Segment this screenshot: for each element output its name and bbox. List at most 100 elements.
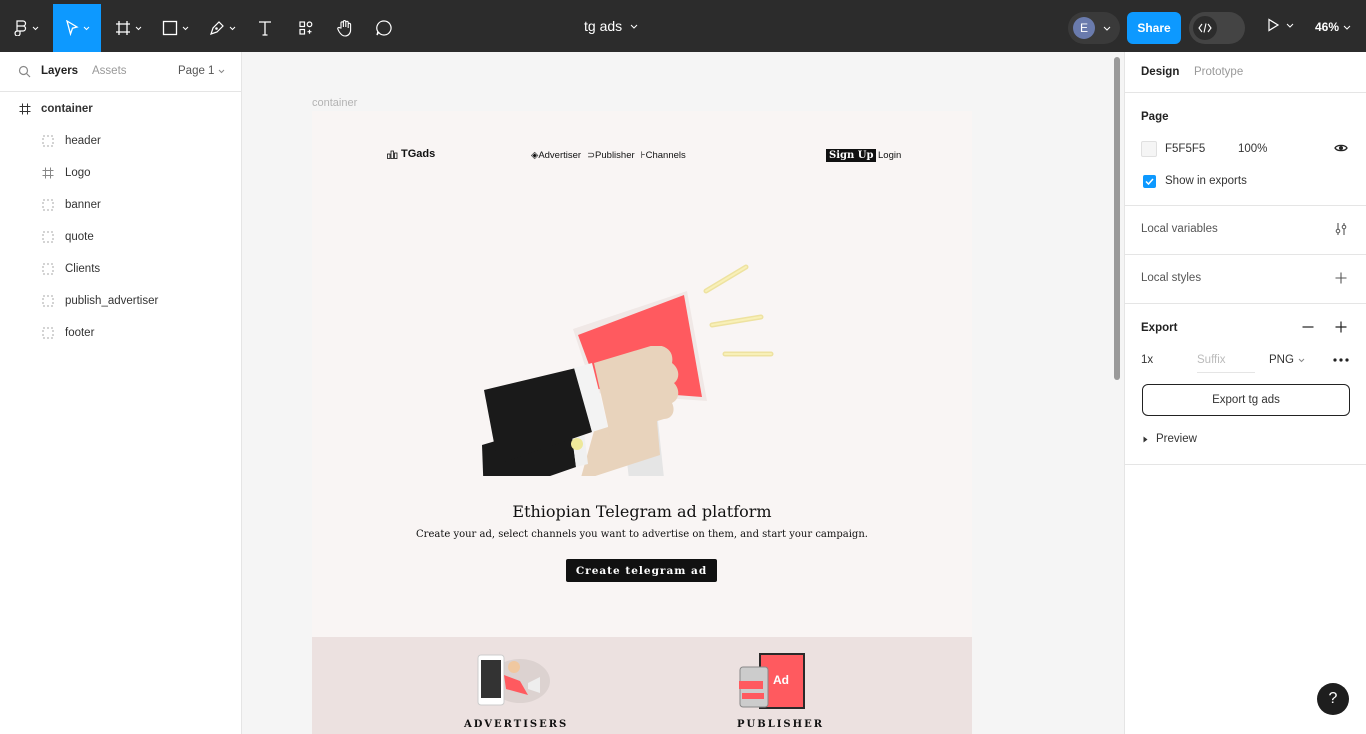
tab-assets[interactable]: Assets [92, 65, 127, 77]
site-logo[interactable]: TGads [387, 148, 435, 160]
publisher-title: PUBLISHER [737, 719, 825, 730]
show-in-exports-checkbox[interactable] [1143, 175, 1156, 188]
local-variables-label: Local variables [1141, 223, 1218, 235]
site-logo-text: TGads [401, 148, 436, 160]
layer-row-clients[interactable]: Clients [0, 253, 240, 285]
local-styles-label: Local styles [1141, 272, 1202, 284]
properties-panel: Design Prototype Page F5F5F5 100% Show i… [1124, 52, 1366, 734]
nav-publisher-label: Publisher [595, 150, 635, 161]
toolbar: tg ads E Share 46% [0, 0, 1366, 52]
nav-publisher[interactable]: ⊃Publisher [587, 150, 635, 161]
eye-icon[interactable] [1334, 143, 1348, 153]
play-icon [1268, 18, 1280, 32]
right-panel-tabs: Design Prototype [1125, 52, 1366, 93]
chevron-down-icon [1103, 26, 1111, 31]
layer-row-publish-advertiser[interactable]: publish_advertiser [0, 285, 240, 317]
local-styles-section[interactable]: Local styles [1125, 255, 1366, 304]
dev-mode-toggle[interactable] [1189, 12, 1245, 44]
file-title-text: tg ads [584, 18, 623, 34]
help-button[interactable]: ? [1317, 683, 1349, 715]
comment-tool-button[interactable] [368, 4, 400, 52]
pen-tool-button[interactable] [202, 4, 242, 52]
zoom-menu[interactable]: 46% [1315, 20, 1351, 34]
section-icon [41, 294, 55, 308]
nav-channels-label: Channels [645, 150, 686, 161]
hand-tool-button[interactable] [329, 4, 361, 52]
file-title[interactable]: tg ads [584, 18, 638, 34]
publish-advertiser-section: Ad ADVERTISERS PUBLISHER [312, 637, 972, 734]
layer-row-quote[interactable]: quote [0, 221, 240, 253]
chevron-down-icon [32, 26, 38, 30]
move-tool-button[interactable] [53, 4, 101, 52]
text-tool-button[interactable] [249, 4, 281, 52]
caret-right-icon [1143, 436, 1148, 442]
canvas-scrollbar[interactable] [1114, 57, 1120, 380]
plus-icon[interactable] [1335, 272, 1347, 284]
search-icon[interactable] [18, 65, 31, 78]
layers-panel: Layers Assets Page 1 container header Lo… [0, 52, 242, 734]
export-suffix-input[interactable]: Suffix [1197, 354, 1255, 373]
share-button[interactable]: Share [1127, 12, 1181, 44]
local-variables-section[interactable]: Local variables [1125, 206, 1366, 255]
nav-channels[interactable]: ⊦Channels [641, 150, 686, 161]
create-ad-button[interactable]: Create telegram ad [566, 559, 717, 582]
site-nav: ◈Advertiser ⊃Publisher ⊦Channels [531, 150, 686, 161]
layer-label: header [65, 135, 101, 147]
text-tool-icon [259, 21, 271, 36]
layer-row-container[interactable]: container [0, 93, 240, 125]
section-icon [41, 326, 55, 340]
ad-badge-text: Ad [773, 673, 789, 687]
resources-icon [299, 21, 313, 35]
present-button[interactable] [1266, 18, 1294, 32]
minus-icon[interactable] [1302, 326, 1314, 328]
layer-row-footer[interactable]: footer [0, 317, 240, 349]
figma-menu-icon [13, 20, 26, 36]
shape-tool-button[interactable] [155, 4, 195, 52]
section-icon [41, 230, 55, 244]
page-color-swatch[interactable] [1141, 141, 1157, 157]
page-section: Page F5F5F5 100% Show in exports [1125, 93, 1366, 206]
nav-advertiser[interactable]: ◈Advertiser [531, 150, 581, 161]
frame-tool-button[interactable] [108, 4, 148, 52]
hero-title: Ethiopian Telegram ad platform [512, 502, 772, 521]
layer-label: Logo [65, 167, 91, 179]
avatar: E [1073, 17, 1095, 39]
page-opacity-value[interactable]: 100% [1238, 143, 1267, 155]
export-button[interactable]: Export tg ads [1142, 384, 1350, 416]
export-format-select[interactable]: PNG [1269, 354, 1305, 366]
export-button-label: Export tg ads [1212, 394, 1280, 406]
page-heading: Page [1141, 111, 1169, 123]
layer-row-logo[interactable]: Logo [0, 157, 240, 189]
tab-design[interactable]: Design [1141, 66, 1179, 78]
layer-row-banner[interactable]: banner [0, 189, 240, 221]
page-selector-label: Page 1 [178, 65, 215, 77]
arm-and-hand-illustration [484, 346, 679, 464]
plus-icon[interactable] [1335, 321, 1347, 333]
variables-icon[interactable] [1334, 222, 1348, 236]
multiplayer-avatars[interactable]: E [1068, 12, 1120, 44]
export-section: Export 1x Suffix PNG Export tg ads Previ… [1125, 304, 1366, 465]
export-heading: Export [1141, 322, 1178, 334]
resources-button[interactable] [290, 4, 322, 52]
tab-prototype[interactable]: Prototype [1194, 66, 1243, 78]
canvas[interactable]: container TGads ◈Advertiser ⊃Publisher ⊦… [242, 52, 1124, 734]
container-frame[interactable]: TGads ◈Advertiser ⊃Publisher ⊦Channels S… [312, 111, 972, 734]
preview-label: Preview [1156, 433, 1197, 445]
tab-layers[interactable]: Layers [41, 65, 78, 77]
chevron-down-icon [219, 69, 225, 73]
layer-row-header[interactable]: header [0, 125, 240, 157]
main-menu-button[interactable] [6, 4, 46, 52]
signup-button[interactable]: Sign Up [826, 149, 877, 162]
zoom-label: 46% [1315, 20, 1340, 34]
more-options-icon[interactable] [1333, 358, 1349, 362]
nav-advertiser-label: Advertiser [538, 150, 582, 161]
frame-label[interactable]: container [312, 97, 357, 109]
check-icon [1145, 178, 1154, 185]
layer-label: quote [65, 231, 94, 243]
page-selector[interactable]: Page 1 [178, 65, 225, 77]
page-color-value[interactable]: F5F5F5 [1165, 143, 1205, 155]
advertiser-illustration [477, 654, 550, 706]
export-scale[interactable]: 1x [1141, 354, 1153, 366]
preview-toggle[interactable]: Preview [1143, 433, 1197, 445]
login-link[interactable]: Login [878, 150, 901, 161]
